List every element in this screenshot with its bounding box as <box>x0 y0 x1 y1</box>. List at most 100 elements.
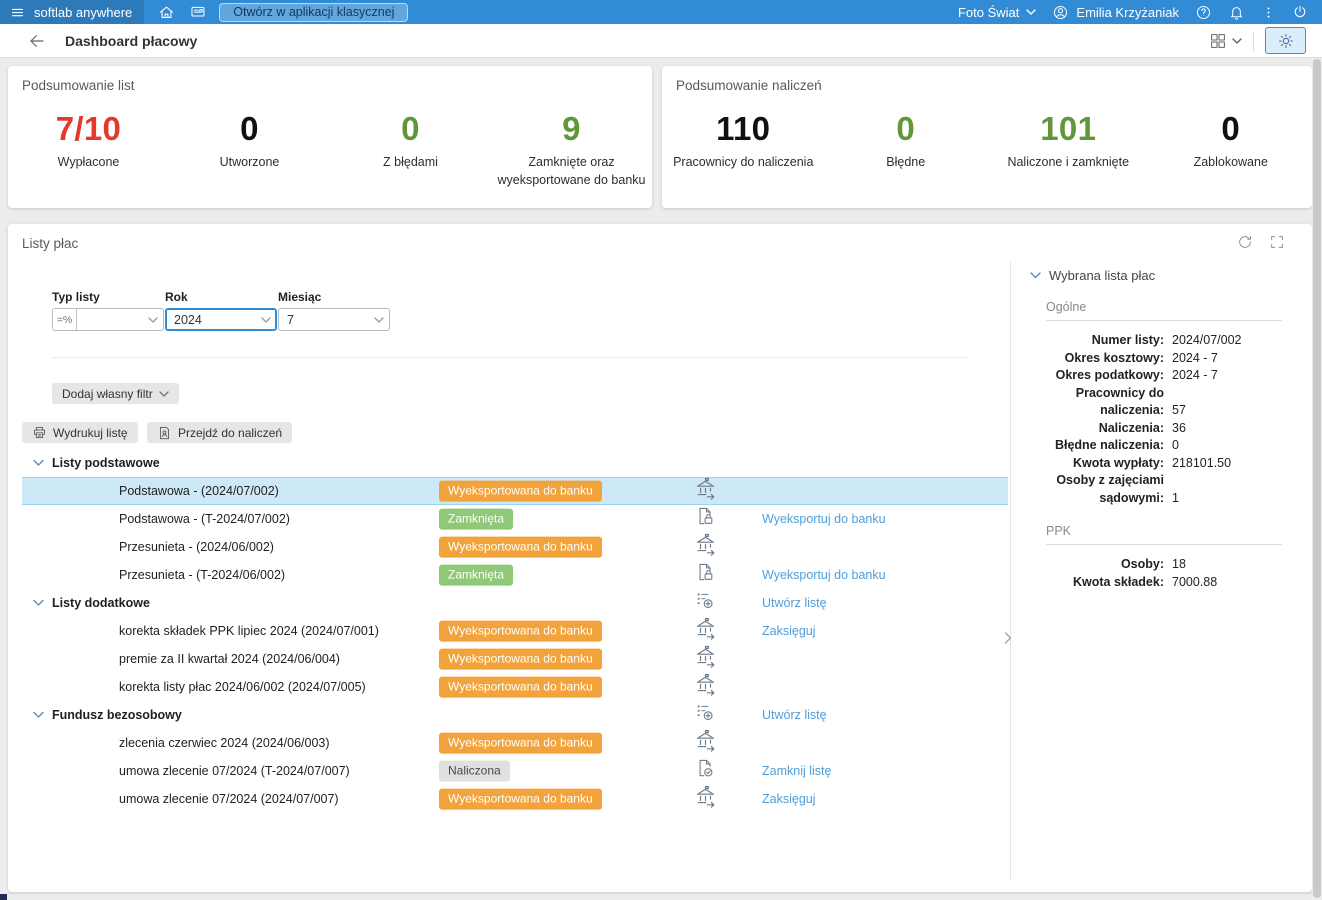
chevron-down-icon <box>1026 9 1037 15</box>
stats-row: 7/10 Wypłacone 0 Utworzone 0 Z błędami 9 Zamkni… <box>8 112 652 189</box>
detail-value: 2024/07/002 <box>1172 333 1242 347</box>
bank-export-icon[interactable] <box>694 533 717 556</box>
payroll-list-row[interactable]: premie za II kwartał 2024 (2024/06/004) W… <box>22 645 1008 673</box>
year-filter-select[interactable]: 2024 <box>165 308 277 331</box>
row-icon-cell[interactable] <box>690 590 720 616</box>
status-badge-cell: Wyeksportowana do banku <box>439 648 602 670</box>
bank-export-icon[interactable] <box>694 785 717 808</box>
status-badge-cell: Wyeksportowana do banku <box>439 620 602 642</box>
payroll-list-row[interactable]: korekta listy płac 2024/06/002 (2024/07/… <box>22 673 1008 701</box>
more-options-icon[interactable] <box>1261 5 1276 20</box>
action-link[interactable]: Wyeksportuj do banku <box>762 512 886 526</box>
logout-icon[interactable] <box>1292 4 1308 20</box>
payroll-list-row[interactable]: korekta składek PPK lipiec 2024 (2024/07… <box>22 617 1008 645</box>
bank-export-icon[interactable] <box>694 645 717 668</box>
tree-group-row[interactable]: Listy podstawowe <box>22 449 1008 477</box>
row-icon-cell[interactable] <box>690 506 720 533</box>
row-icon-cell[interactable] <box>690 758 720 785</box>
company-selector[interactable]: Foto Świat <box>958 5 1037 20</box>
panel-splitter[interactable] <box>1010 262 1011 880</box>
stat: 110 Pracownicy do naliczenia <box>662 112 825 171</box>
bank-export-icon[interactable] <box>694 729 717 752</box>
topbar: softlab anywhere Otwórz w aplikacji klas… <box>0 0 1322 24</box>
filter-operator-icon[interactable]: =% <box>53 309 77 330</box>
list-add-icon[interactable] <box>695 590 716 611</box>
doc-lock-icon[interactable] <box>695 562 716 584</box>
page-scrollbar[interactable] <box>1312 57 1322 900</box>
detail-row: Osoby: 18 <box>1030 556 1282 574</box>
status-badge: Wyeksportowana do banku <box>439 620 602 642</box>
status-badge: Zamknięta <box>439 564 514 586</box>
type-filter-select[interactable]: =% <box>52 308 164 331</box>
print-list-button[interactable]: Wydrukuj listę <box>22 422 138 443</box>
payroll-list-row[interactable]: umowa zlecenie 07/2024 (T-2024/07/007) Na… <box>22 757 1008 785</box>
cards-icon[interactable] <box>189 4 207 20</box>
doc-lock-icon[interactable] <box>695 506 716 528</box>
home-icon[interactable] <box>158 4 175 21</box>
action-link[interactable]: Zamknij listę <box>762 764 831 778</box>
action-link[interactable]: Zaksięguj <box>762 792 816 806</box>
row-icon-cell[interactable] <box>690 562 720 589</box>
row-icon-cell[interactable] <box>690 617 720 645</box>
chevron-down-icon <box>159 390 169 397</box>
corner-artifact <box>0 894 7 900</box>
action-link[interactable]: Zaksięguj <box>762 624 816 638</box>
summary-lists-card: Podsumowanie list 7/10 Wypłacone 0 Utworzon… <box>8 66 652 208</box>
payroll-list-row[interactable]: umowa zlecenie 07/2024 (2024/07/007) Wyek… <box>22 785 1008 813</box>
action-link[interactable]: Utwórz listę <box>762 708 827 722</box>
chevron-down-icon[interactable] <box>143 316 163 323</box>
row-icon-cell[interactable] <box>690 645 720 673</box>
menu-icon[interactable] <box>10 5 25 20</box>
help-icon[interactable] <box>1195 4 1212 21</box>
chevron-down-icon[interactable] <box>1030 272 1041 279</box>
status-badge: Wyeksportowana do banku <box>439 648 602 670</box>
row-icon-cell[interactable] <box>690 729 720 757</box>
chevron-down-icon[interactable] <box>33 459 44 467</box>
back-button[interactable] <box>28 32 46 50</box>
chevron-down-icon[interactable] <box>33 711 44 719</box>
payroll-list-row[interactable]: Podstawowa - (2024/07/002) Wyeksportowana… <box>22 477 1008 505</box>
row-icon-cell[interactable] <box>690 673 720 701</box>
doc-check-icon[interactable] <box>695 758 716 780</box>
payroll-list-name: umowa zlecenie 07/2024 (T-2024/07/007) <box>119 764 350 778</box>
user-menu[interactable]: Emilia Krzyżaniak <box>1052 4 1179 21</box>
add-custom-filter-button[interactable]: Dodaj własny filtr <box>52 383 179 404</box>
list-add-icon[interactable] <box>695 702 716 723</box>
chevron-down-icon[interactable] <box>33 599 44 607</box>
chevron-down-icon[interactable] <box>256 316 276 323</box>
row-icon-cell[interactable] <box>690 477 720 505</box>
stat-label: Naliczone i zamknięte <box>1007 155 1130 169</box>
month-filter-select[interactable]: 7 <box>278 308 390 331</box>
action-link[interactable]: Utwórz listę <box>762 596 827 610</box>
detail-value: 2024 - 7 <box>1172 368 1218 382</box>
refresh-icon[interactable] <box>1237 234 1253 250</box>
stat: 0 Z błędami <box>330 112 491 189</box>
bank-export-icon[interactable] <box>694 673 717 696</box>
payroll-list-row[interactable]: Przesunieta - (T-2024/06/002) Zamknięta Wy… <box>22 561 1008 589</box>
notifications-icon[interactable] <box>1228 4 1245 21</box>
row-icon-cell[interactable] <box>690 533 720 561</box>
payroll-list-row[interactable]: Podstawowa - (T-2024/07/002) Zamknięta Wye… <box>22 505 1008 533</box>
bank-export-icon[interactable] <box>694 617 717 640</box>
row-icon-cell[interactable] <box>690 702 720 728</box>
payroll-list-row[interactable]: zlecenia czerwiec 2024 (2024/06/003) Wyek… <box>22 729 1008 757</box>
theme-toggle-button[interactable] <box>1265 27 1306 54</box>
action-link[interactable]: Wyeksportuj do banku <box>762 568 886 582</box>
divider <box>1253 30 1254 51</box>
payroll-list-row[interactable]: Przesunieta - (2024/06/002) Wyeksportowan… <box>22 533 1008 561</box>
panel-header[interactable]: Wybrana lista płac <box>1030 268 1282 283</box>
card-title: Podsumowanie list <box>22 78 135 93</box>
scrollbar-thumb[interactable] <box>1313 59 1321 898</box>
bank-export-icon[interactable] <box>694 477 717 500</box>
layout-switcher[interactable] <box>1209 32 1242 50</box>
collapse-panel-icon[interactable] <box>1004 632 1012 644</box>
goto-calculations-button[interactable]: Przejdź do naliczeń <box>147 422 293 443</box>
fullscreen-icon[interactable] <box>1269 234 1285 250</box>
open-classic-app-button[interactable]: Otwórz w aplikacji klasycznej <box>219 2 409 22</box>
tree-group-row[interactable]: Fundusz bezosobowy Utwórz listę <box>22 701 1008 729</box>
row-icon-cell[interactable] <box>690 785 720 813</box>
tree-group-row[interactable]: Listy dodatkowe Utwórz listę <box>22 589 1008 617</box>
detail-label: Okres podatkowy: <box>1055 368 1164 382</box>
chevron-down-icon[interactable] <box>369 316 389 323</box>
topbar-right: Foto Świat Emilia Krzyżaniak <box>958 4 1322 21</box>
